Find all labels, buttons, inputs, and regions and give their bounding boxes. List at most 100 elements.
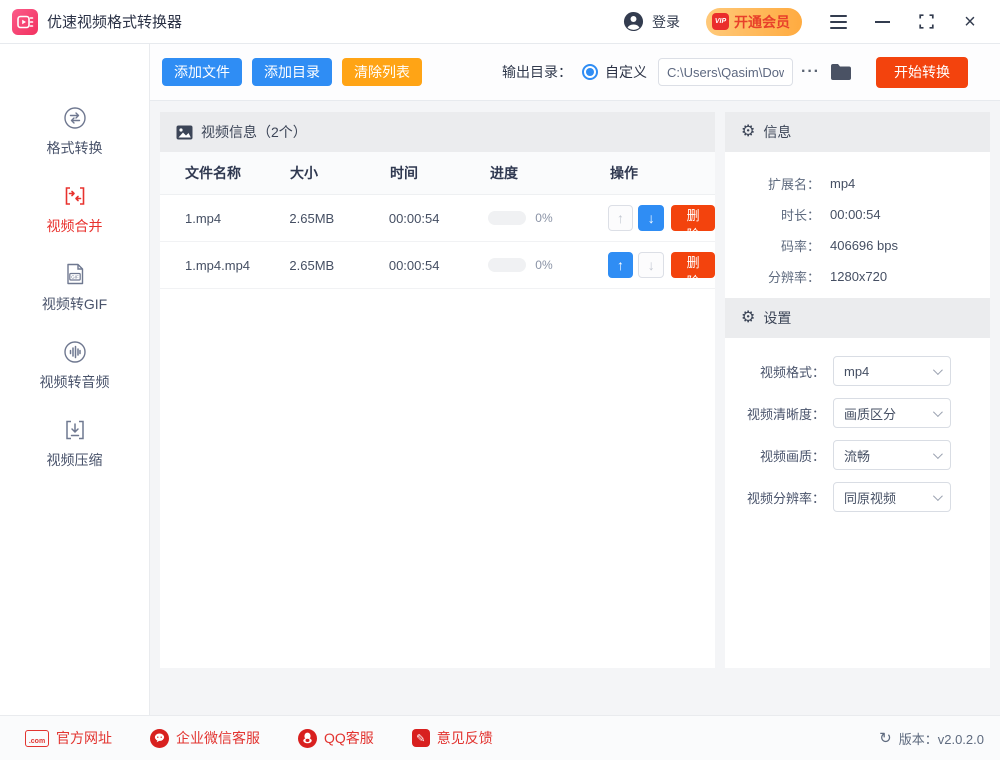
website-icon: .com (25, 729, 49, 747)
output-dir-label: 输出目录： (502, 64, 573, 80)
progress-bar (488, 211, 527, 225)
qq-icon (298, 728, 317, 748)
output-path-input[interactable] (658, 58, 794, 86)
resolution-value: 1280x720 (830, 269, 888, 284)
login-button[interactable]: 登录 (623, 11, 680, 32)
format-convert-icon (63, 107, 86, 129)
vip-label: 开通会员 (734, 13, 790, 30)
settings-title: 设置 (763, 310, 792, 326)
browse-more-button[interactable]: ··· (801, 63, 820, 81)
video-to-audio-icon (63, 341, 86, 363)
radio-selected-icon (582, 64, 599, 80)
video-format-label: 视频格式： (759, 364, 825, 380)
feedback-link[interactable]: ✎ 意见反馈 (411, 728, 493, 748)
official-website-label: 官方网址 (56, 730, 112, 746)
sidebar-item-label: 视频压缩 (46, 452, 103, 468)
info-header: ⚙ 信息 (725, 112, 990, 152)
sidebar-item-format-convert[interactable]: 格式转换 (15, 106, 135, 158)
move-up-button[interactable]: ↑ (607, 252, 634, 278)
wechat-service-icon (150, 728, 169, 748)
col-time: 时间 (390, 165, 418, 181)
video-list-panel: 视频信息（2个） 文件名称 大小 时间 进度 操作 1.mp4 2.65MB 0… (160, 112, 715, 668)
toolbar: 添加文件 添加目录 清除列表 输出目录： 自定义 ··· 开始转换 (150, 44, 1000, 101)
gear-icon: ⚙ (741, 123, 756, 140)
custom-dir-radio[interactable]: 自定义 (582, 62, 647, 82)
maximize-button[interactable] (916, 12, 936, 32)
open-vip-button[interactable]: VIP 开通会员 (706, 7, 802, 36)
clear-list-button[interactable]: 清除列表 (342, 58, 422, 86)
bitrate-label: 码率： (780, 239, 820, 254)
add-directory-button[interactable]: 添加目录 (252, 58, 332, 86)
sidebar: 格式转换 视频合并 GIF 视频转GIF 视频转音频 视频压缩 (0, 44, 150, 715)
open-folder-button[interactable] (830, 63, 852, 81)
folder-icon (831, 64, 851, 80)
sidebar-item-video-compress[interactable]: 视频压缩 (15, 418, 135, 470)
sidebar-item-label: 视频合并 (46, 218, 103, 234)
minimize-button[interactable] (872, 12, 892, 32)
sidebar-item-video-merge[interactable]: 视频合并 (15, 184, 135, 236)
info-settings-panel: ⚙ 信息 扩展名： mp4 时长： 00:00:54 码率： 406696 bps 分… (725, 112, 990, 668)
vip-icon: VIP (712, 13, 729, 30)
sidebar-item-video-to-gif[interactable]: GIF 视频转GIF (15, 262, 135, 314)
video-quality-select[interactable]: 流畅 (833, 440, 951, 470)
table-row: 1.mp4.mp4 2.65MB 00:00:54 0% ↑ ↓ 删除 (160, 242, 715, 289)
user-avatar-icon (623, 11, 644, 32)
video-resolution-select[interactable]: 同原视频 (833, 482, 951, 512)
extension-value: mp4 (830, 176, 856, 191)
app-logo-icon (12, 8, 38, 35)
login-label: 登录 (652, 13, 680, 30)
sidebar-item-video-to-audio[interactable]: 视频转音频 (15, 340, 135, 392)
resolution-label: 分辨率： (767, 270, 820, 285)
video-merge-icon (65, 187, 84, 205)
footer: .com 官方网址 企业微信客服 QQ客服 ✎ 意见反馈 ↻ 版本：v2.0.2… (0, 715, 1000, 760)
duration-value: 00:00:54 (830, 207, 881, 222)
feedback-label: 意见反馈 (436, 730, 493, 746)
info-title: 信息 (763, 124, 792, 140)
video-to-gif-icon: GIF (66, 263, 83, 285)
file-name: 1.mp4 (185, 210, 222, 226)
svg-text:GIF: GIF (71, 275, 79, 280)
menu-button[interactable] (828, 12, 848, 32)
file-time: 00:00:54 (388, 210, 440, 226)
video-clarity-label: 视频清晰度： (746, 406, 825, 422)
video-clarity-select[interactable]: 画质区分 (833, 398, 951, 428)
wechat-service-link[interactable]: 企业微信客服 (150, 728, 260, 748)
delete-button[interactable]: 删除 (671, 252, 715, 289)
delete-button[interactable]: 删除 (671, 205, 715, 242)
sidebar-item-label: 视频转GIF (41, 296, 108, 312)
chevron-down-icon (932, 448, 943, 459)
col-size: 大小 (290, 165, 318, 181)
version-label: 版本：v2.0.2.0 (898, 731, 984, 747)
progress-bar (488, 258, 527, 272)
file-name: 1.mp4.mp4 (185, 257, 251, 273)
col-filename: 文件名称 (185, 165, 241, 181)
arrow-down-icon: ↓ (647, 257, 655, 273)
video-resolution-label: 视频分辨率： (746, 490, 825, 506)
sidebar-item-label: 视频转音频 (39, 374, 110, 390)
version-info: ↻ 版本：v2.0.2.0 (879, 729, 984, 748)
official-website-link[interactable]: .com 官方网址 (25, 728, 112, 748)
chevron-down-icon (932, 364, 943, 375)
video-resolution-value: 同原视频 (844, 490, 897, 506)
settings-header: ⚙ 设置 (725, 298, 990, 338)
file-size: 2.65MB (289, 257, 335, 273)
table-row: 1.mp4 2.65MB 00:00:54 0% ↑ ↓ 删除 (160, 195, 715, 242)
add-file-button[interactable]: 添加文件 (162, 58, 242, 86)
close-button[interactable]: × (960, 12, 980, 32)
extension-label: 扩展名： (767, 177, 820, 192)
arrow-down-icon: ↓ (647, 210, 655, 226)
progress-percent: 0% (535, 211, 553, 225)
duration-label: 时长： (780, 208, 820, 223)
file-size: 2.65MB (289, 210, 335, 226)
hamburger-icon (829, 14, 847, 29)
qq-service-link[interactable]: QQ客服 (298, 728, 374, 748)
arrow-up-icon: ↑ (617, 257, 624, 273)
move-down-button-disabled: ↓ (638, 252, 665, 278)
start-convert-button[interactable]: 开始转换 (876, 56, 968, 88)
move-down-button[interactable]: ↓ (638, 205, 665, 231)
gear-icon: ⚙ (741, 309, 756, 326)
arrow-up-icon: ↑ (617, 210, 624, 226)
video-format-select[interactable]: mp4 (833, 356, 951, 386)
progress-percent: 0% (535, 258, 553, 272)
feedback-icon: ✎ (411, 729, 430, 747)
